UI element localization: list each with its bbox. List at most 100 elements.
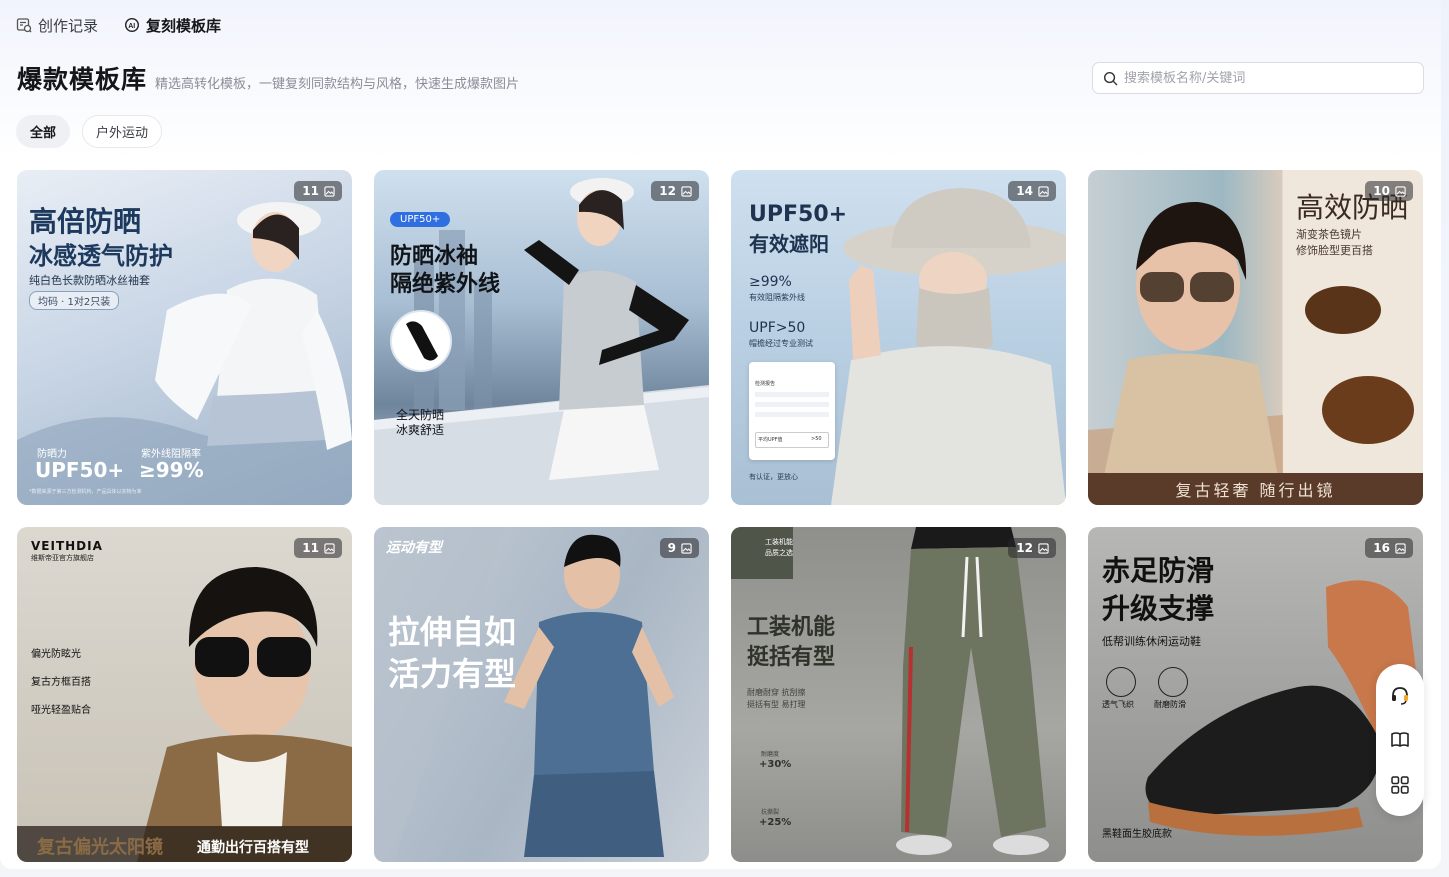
image-count: 14 [1016,184,1033,198]
image-count: 11 [302,184,319,198]
card-caption: 黑鞋面生胶底款 [1102,829,1172,840]
image-count-badge: 12 [1008,538,1056,558]
template-card[interactable]: 高效防晒 渐变茶色镜片 修饰脸型更百搭 复古轻奢 随行出镜 10 [1088,170,1423,505]
card-headline-2: 挺括有型 [747,645,836,670]
report-title: 检测报告 [755,381,776,387]
template-card[interactable]: 赤足防滑 升级支撑 低帮训练休闲运动鞋 透气飞织 耐磨防滑 黑鞋面生胶底款 16 [1088,527,1423,862]
card-stat: UPF50+ [35,458,125,482]
card-desc-2: 挺括有型 易打理 [747,700,806,709]
breathable-icon [1106,667,1136,697]
card-stat: +30% [759,759,792,770]
card-feature: 透气飞织 [1102,700,1134,709]
card-headline-2: 隔绝紫外线 [390,272,501,297]
card-desc: 耐磨耐穿 抗刮擦 [747,688,806,697]
card-stat-label: 有效阻隔紫外线 [749,293,805,302]
test-report: 检测报告 平均UPF值 >50 [749,362,835,460]
search-icon [1103,71,1118,85]
card-tag: 工装机能 [765,538,793,546]
model-photo [137,567,352,862]
guide-book-button[interactable] [1386,726,1414,754]
card-stat-label: 耐磨度 [761,751,780,758]
card-headline: 拉伸自如 [388,613,517,651]
image-count-badge: 11 [294,538,342,558]
card-stat-2: ≥99% [139,458,204,482]
card-desc: 低帮训练休闲运动鞋 [1102,635,1201,648]
card-stat-label-2: 抗撕裂 [761,809,780,816]
template-card[interactable]: 运动有型 拉伸自如 活力有型 9 [374,527,709,862]
search-input[interactable] [1124,70,1414,86]
card-stat-label-2: 帽檐经过专业测试 [749,339,813,348]
card-footnote: 有认证，更放心 [749,473,798,481]
card-stat-2: UPF>50 [749,320,806,336]
image-icon [1395,185,1406,197]
template-card[interactable]: VEITHDIA 维斯帝亚官方旗舰店 偏光防眩光 复古方框百搭 哑光轻盈贴合 复… [17,527,352,862]
ai-sparkle-icon: AI [125,17,140,33]
report-value: >50 [811,436,822,442]
card-headline-2: 冰感透气防护 [29,242,173,270]
card-tag-2: 品质之选 [765,549,793,557]
card-stat-2: +25% [759,817,792,828]
image-count: 11 [302,541,319,555]
card-desc: 纯白色长款防晒冰丝袖套 [29,274,150,287]
image-count: 12 [1016,541,1033,555]
category-filters: 全部 户外运动 [16,115,163,148]
card-spec-tag: 均码 · 1对2只装 [29,291,120,310]
image-count-badge: 12 [651,181,699,201]
brand-logo: VEITHDIA [31,539,103,553]
tab-creation-history[interactable]: 创作记录 [16,15,98,36]
card-desc-2: 修饰脸型更百搭 [1296,244,1373,257]
grid-apps-icon [1391,776,1409,795]
card-desc: 渐变茶色镜片 [1296,228,1362,241]
card-banner: 复古轻奢 随行出镜 [1088,473,1423,505]
app-window: 创作记录 AI 复刻模板库 爆款模板库 精选高转化模板，一键复刻同款结构与风格，… [0,0,1441,869]
image-icon [1038,185,1049,197]
image-count-badge: 10 [1365,181,1413,201]
card-banner-sub: 通勤出行百搭有型 [197,840,309,856]
card-banner: 复古偏光太阳镜 [37,837,163,858]
template-card[interactable]: UPF50+ 防晒冰袖 隔绝紫外线 全天防晒 冰爽舒适 12 [374,170,709,505]
template-grid: 高倍防晒 冰感透气防护 纯白色长款防晒冰丝袖套 均码 · 1对2只装 防晒力 U… [17,170,1423,869]
image-count: 16 [1373,541,1390,555]
card-headline-2: 升级支撑 [1102,592,1215,625]
card-headline: 工装机能 [747,615,836,640]
image-count-badge: 16 [1365,538,1413,558]
product-thumbnail [390,310,452,372]
image-icon [681,542,692,554]
image-count: 9 [667,541,676,555]
card-headline: 高倍防晒 [29,205,142,238]
apps-grid-button[interactable] [1386,771,1414,799]
card-footnote: *数据来源于第三方检测机构，产品具体以实物为准 [29,489,142,495]
headset-icon [1392,686,1408,705]
card-headline-2: 有效遮阳 [749,232,829,256]
search-box[interactable] [1092,62,1424,94]
svg-text:AI: AI [128,23,135,30]
page-title: 爆款模板库 [17,65,148,94]
history-icon [16,18,32,33]
image-icon [1038,542,1049,554]
card-feature-2: 冰爽舒适 [396,423,445,437]
card-stat: ≥99% [749,274,792,290]
template-card[interactable]: 工装机能 品质之选 工装机能 挺括有型 耐磨耐穿 抗刮擦 挺括有型 易打理 耐磨… [731,527,1066,862]
card-headline-2: 活力有型 [388,655,517,693]
brand-store: 维斯帝亚官方旗舰店 [31,554,94,562]
card-headline: 赤足防滑 [1102,554,1215,587]
tab-template-library[interactable]: AI 复刻模板库 [124,15,221,36]
page-header: 爆款模板库 精选高转化模板，一键复刻同款结构与风格，快速生成爆款图片 [17,60,519,96]
template-card[interactable]: UPF50+ 有效遮阳 ≥99% 有效阻隔紫外线 UPF>50 帽檐经过专业测试… [731,170,1066,505]
card-feature: 偏光防眩光 [31,649,81,660]
card-headline: UPF50+ [749,202,848,227]
image-count-badge: 11 [294,181,342,201]
image-count-badge: 14 [1008,181,1056,201]
card-tag: 运动有型 [386,540,442,556]
filter-all[interactable]: 全部 [16,115,71,148]
card-feature-2: 耐磨防滑 [1154,700,1186,709]
tab-template-library-label: 复刻模板库 [146,16,222,35]
book-icon [1391,732,1409,747]
filter-outdoor-sports[interactable]: 户外运动 [82,115,163,148]
image-icon [324,185,335,197]
card-tag: UPF50+ [390,212,451,227]
image-count-badge: 9 [659,538,699,558]
template-card[interactable]: 高倍防晒 冰感透气防护 纯白色长款防晒冰丝袖套 均码 · 1对2只装 防晒力 U… [17,170,352,505]
customer-service-button[interactable] [1386,681,1414,709]
report-label: 平均UPF值 [758,437,783,443]
